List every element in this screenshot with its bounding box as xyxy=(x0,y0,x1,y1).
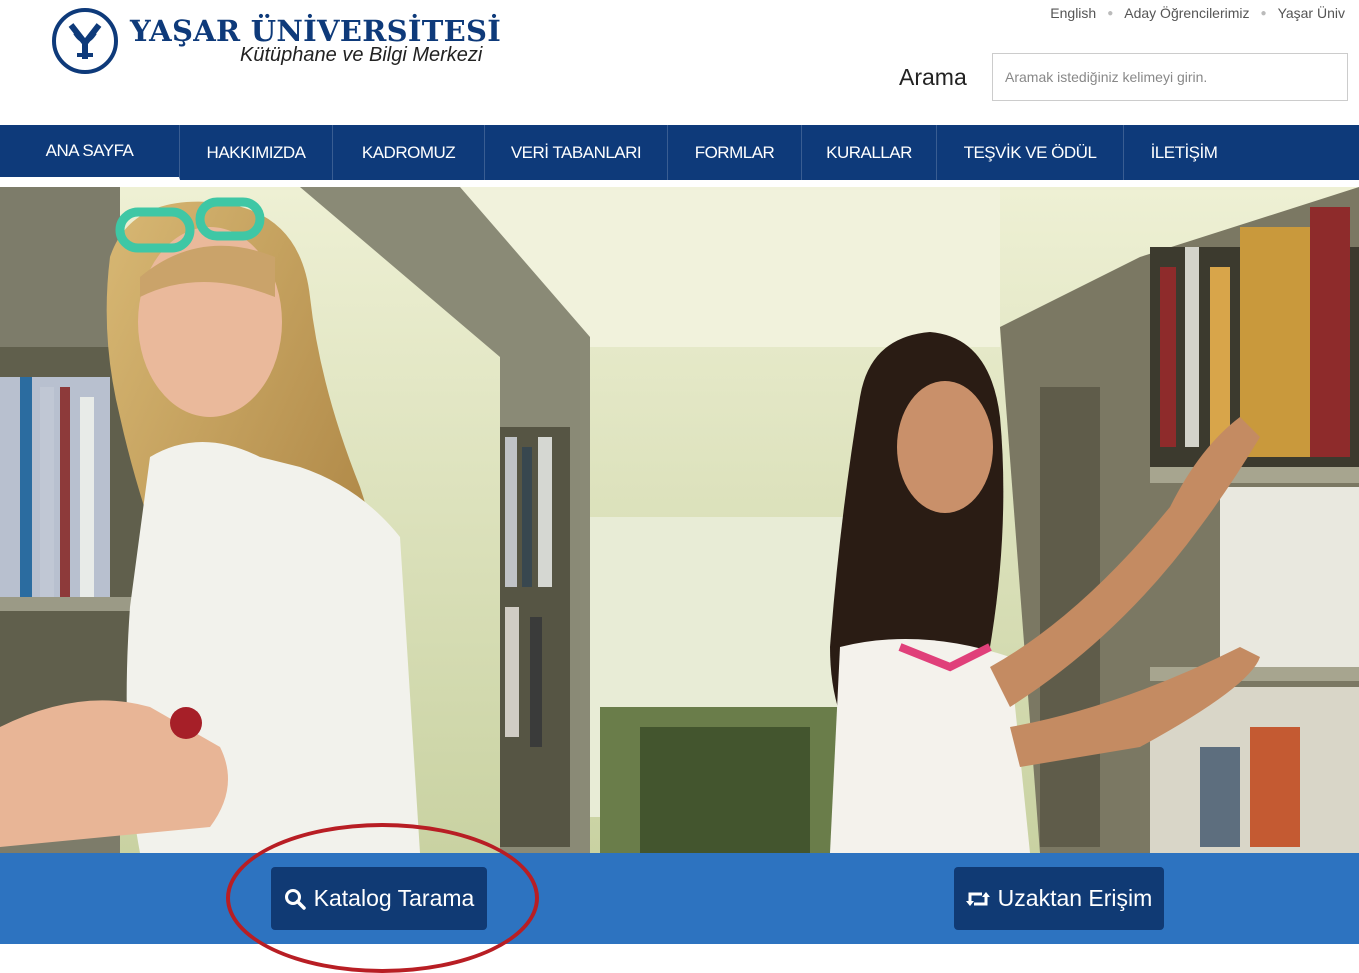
nav-item-rules[interactable]: KURALLAR xyxy=(802,125,937,180)
nav-item-staff[interactable]: KADROMUZ xyxy=(333,125,485,180)
search-icon xyxy=(284,888,306,910)
retweet-icon xyxy=(965,891,990,906)
catalog-search-button[interactable]: Katalog Tarama xyxy=(271,867,487,930)
search-input[interactable] xyxy=(992,53,1348,101)
nav-item-databases[interactable]: VERİ TABANLARI xyxy=(485,125,668,180)
main-nav: ANA SAYFA HAKKIMIZDA KADROMUZ VERİ TABAN… xyxy=(0,125,1359,180)
logo-emblem-icon xyxy=(52,8,118,74)
search-label: Arama xyxy=(899,64,967,90)
separator: ● xyxy=(1107,7,1114,19)
top-link-university[interactable]: Yaşar Üniv xyxy=(1278,5,1345,21)
university-logo[interactable]: YAŞAR ÜNİVERSİTESİ Kütüphane ve Bilgi Me… xyxy=(52,2,501,80)
nav-item-home[interactable]: ANA SAYFA xyxy=(0,125,180,180)
catalog-search-label: Katalog Tarama xyxy=(313,885,475,911)
logo-subtitle: Kütüphane ve Bilgi Merkezi xyxy=(240,43,483,66)
hero-image xyxy=(0,187,1359,853)
logo-name: YAŞAR ÜNİVERSİTESİ xyxy=(130,13,502,48)
top-link-english[interactable]: English xyxy=(1050,5,1096,21)
top-link-prospective-students[interactable]: Aday Öğrencilerimiz xyxy=(1124,5,1249,21)
separator: ● xyxy=(1260,7,1267,19)
remote-access-button[interactable]: Uzaktan Erişim xyxy=(954,867,1164,930)
remote-access-label: Uzaktan Erişim xyxy=(997,885,1153,911)
nav-item-awards[interactable]: TEŞVİK VE ÖDÜL xyxy=(937,125,1124,180)
nav-item-contact[interactable]: İLETİŞİM xyxy=(1124,125,1244,180)
nav-item-forms[interactable]: FORMLAR xyxy=(668,125,802,180)
top-links: English ● Aday Öğrencilerimiz ● Yaşar Ün… xyxy=(1050,5,1345,21)
nav-item-about[interactable]: HAKKIMIZDA xyxy=(180,125,333,180)
